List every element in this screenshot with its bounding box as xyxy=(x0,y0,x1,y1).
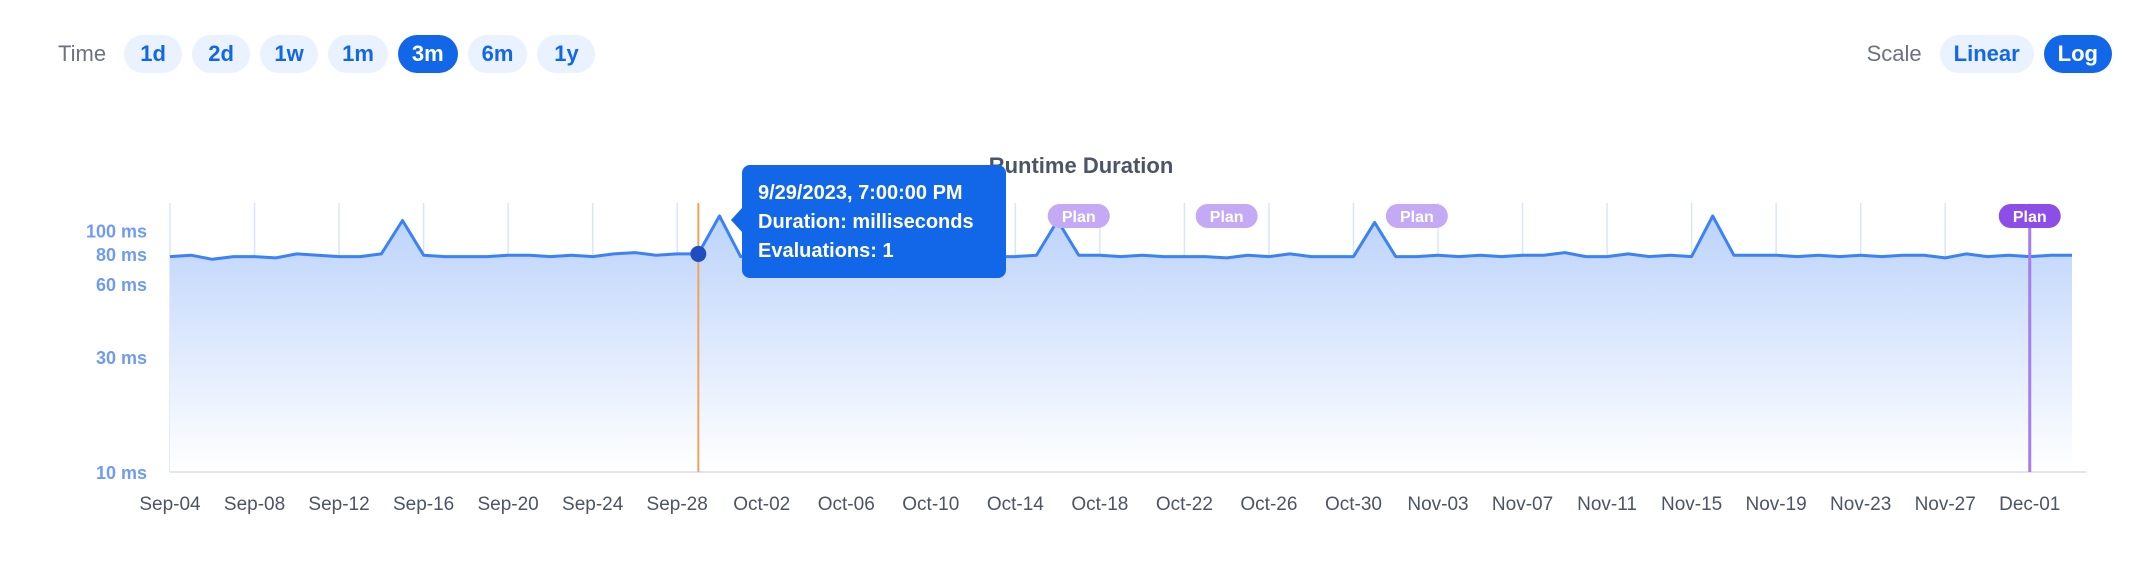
x-tick-label: Sep-24 xyxy=(562,494,624,515)
x-tick-label: Sep-08 xyxy=(224,494,285,515)
area-fill xyxy=(170,215,2072,472)
tooltip-line: Duration: milliseconds xyxy=(758,211,974,233)
y-tick-label: 80 ms xyxy=(96,245,147,265)
tooltip-line: 9/29/2023, 7:00:00 PM xyxy=(758,182,963,204)
x-tick-label: Oct-14 xyxy=(987,494,1044,515)
x-tick-label: Oct-18 xyxy=(1071,494,1128,515)
x-tick-label: Sep-16 xyxy=(393,494,454,515)
x-tick-label: Dec-01 xyxy=(1999,494,2060,515)
y-tick-label: 60 ms xyxy=(96,275,147,295)
x-tick-label: Sep-28 xyxy=(647,494,708,515)
hover-point xyxy=(690,245,707,262)
tooltip-line: Evaluations: 1 xyxy=(758,240,894,262)
chart-title: Runtime Duration xyxy=(989,153,1174,178)
runtime-duration-chart: Sep-04 Sep-08 Sep-12 Sep-16 Sep-20 Sep-24 Sep-… xyxy=(86,153,2086,515)
x-tick-label: Oct-30 xyxy=(1325,494,1382,515)
plan-badge-label: Plan xyxy=(2013,209,2047,226)
x-tick-label: Nov-23 xyxy=(1830,494,1891,515)
x-tick-label: Oct-22 xyxy=(1156,494,1213,515)
x-tick-label: Nov-11 xyxy=(1577,494,1637,515)
x-tick-label: Oct-02 xyxy=(733,494,790,515)
x-tick-label: Nov-03 xyxy=(1407,494,1468,515)
plan-badge-label: Plan xyxy=(1062,209,1096,226)
x-tick-label: Nov-15 xyxy=(1661,494,1722,515)
area-series xyxy=(169,214,2072,472)
y-tick-label: 100 ms xyxy=(86,222,147,242)
x-tick-label: Sep-04 xyxy=(139,494,201,515)
x-tick-label: Oct-26 xyxy=(1240,494,1297,515)
x-tick-label: Oct-06 xyxy=(818,494,875,515)
y-tick-label: 10 ms xyxy=(96,463,147,483)
plan-badge-label: Plan xyxy=(1210,209,1244,226)
series-line xyxy=(169,214,2072,261)
x-tick-label: Sep-20 xyxy=(477,494,538,515)
x-tick-label: Nov-27 xyxy=(1915,494,1976,515)
plan-badge-label: Plan xyxy=(1400,209,1434,226)
tooltip-pointer xyxy=(731,208,742,232)
x-tick-label: Nov-07 xyxy=(1492,494,1553,515)
y-tick-label: 30 ms xyxy=(96,348,147,368)
x-tick-label: Sep-12 xyxy=(308,494,369,515)
x-tick-label: Oct-10 xyxy=(902,494,959,515)
x-tick-label: Nov-19 xyxy=(1746,494,1807,515)
